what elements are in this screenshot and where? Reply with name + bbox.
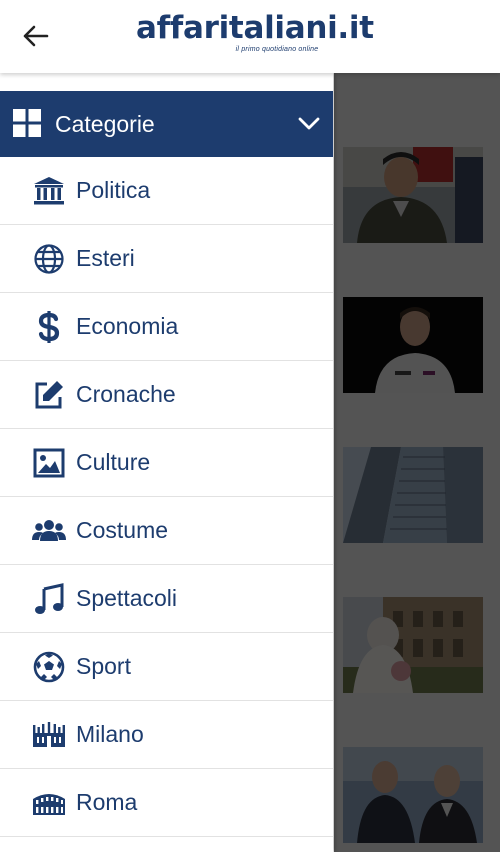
categories-title: Categorie	[55, 111, 155, 137]
arrow-left-icon	[23, 25, 49, 47]
menu-item-label: Economia	[76, 313, 179, 339]
menu-item-label: Esteri	[76, 245, 135, 271]
news-feed-overlay[interactable]	[334, 73, 500, 852]
grid-icon	[13, 109, 41, 137]
chevron-down-icon	[298, 117, 320, 130]
logo[interactable]: affaritaliani.it il primo quotidiano onl…	[136, 10, 374, 54]
menu-item-economia[interactable]: Economia	[0, 293, 333, 361]
menu-item-sport[interactable]: Sport	[0, 633, 333, 701]
menu-item-label: Costume	[76, 517, 169, 543]
menu-item-roma[interactable]: Roma	[0, 769, 333, 837]
news-item	[334, 523, 500, 693]
logo-tagline: il primo quotidiano online	[235, 46, 319, 53]
menu-item-costume[interactable]: Costume	[0, 497, 333, 565]
duomo-icon	[32, 719, 66, 751]
app-screen: affaritaliani.it il primo quotidiano onl…	[0, 0, 500, 852]
logo-text: affaritaliani.it	[136, 10, 374, 46]
navigation-drawer: Categorie Politica Esteri Economia Crona…	[0, 73, 333, 852]
menu-item-label: Politica	[76, 177, 151, 203]
menu-item-label: Roma	[76, 789, 138, 815]
menu-item-label: Spettacoli	[76, 585, 178, 611]
menu-item-label: Cronache	[76, 381, 176, 407]
back-button[interactable]	[16, 16, 56, 56]
news-item	[334, 373, 500, 543]
menu-item-cronache[interactable]: Cronache	[0, 361, 333, 429]
category-list: Politica Esteri Economia Cronache Cultur…	[0, 157, 333, 837]
dollar-icon	[32, 311, 66, 343]
colosseum-icon	[32, 787, 66, 819]
news-item	[334, 223, 500, 393]
edit-icon	[32, 379, 66, 411]
soccer-ball-icon	[32, 651, 66, 683]
news-thumbnail	[343, 747, 483, 843]
menu-item-esteri[interactable]: Esteri	[0, 225, 333, 293]
menu-item-culture[interactable]: Culture	[0, 429, 333, 497]
people-icon	[32, 515, 66, 547]
music-icon	[32, 583, 66, 615]
menu-item-label: Sport	[76, 653, 131, 679]
bank-icon	[32, 175, 66, 207]
globe-icon	[32, 243, 66, 275]
menu-item-milano[interactable]: Milano	[0, 701, 333, 769]
top-bar: affaritaliani.it il primo quotidiano onl…	[0, 0, 500, 73]
menu-item-label: Culture	[76, 449, 151, 475]
news-item	[334, 73, 500, 243]
categories-header[interactable]: Categorie	[0, 91, 333, 157]
menu-item-label: Milano	[76, 721, 144, 747]
image-icon	[32, 447, 66, 479]
news-item	[334, 673, 500, 843]
menu-item-politica[interactable]: Politica	[0, 157, 333, 225]
menu-item-spettacoli[interactable]: Spettacoli	[0, 565, 333, 633]
